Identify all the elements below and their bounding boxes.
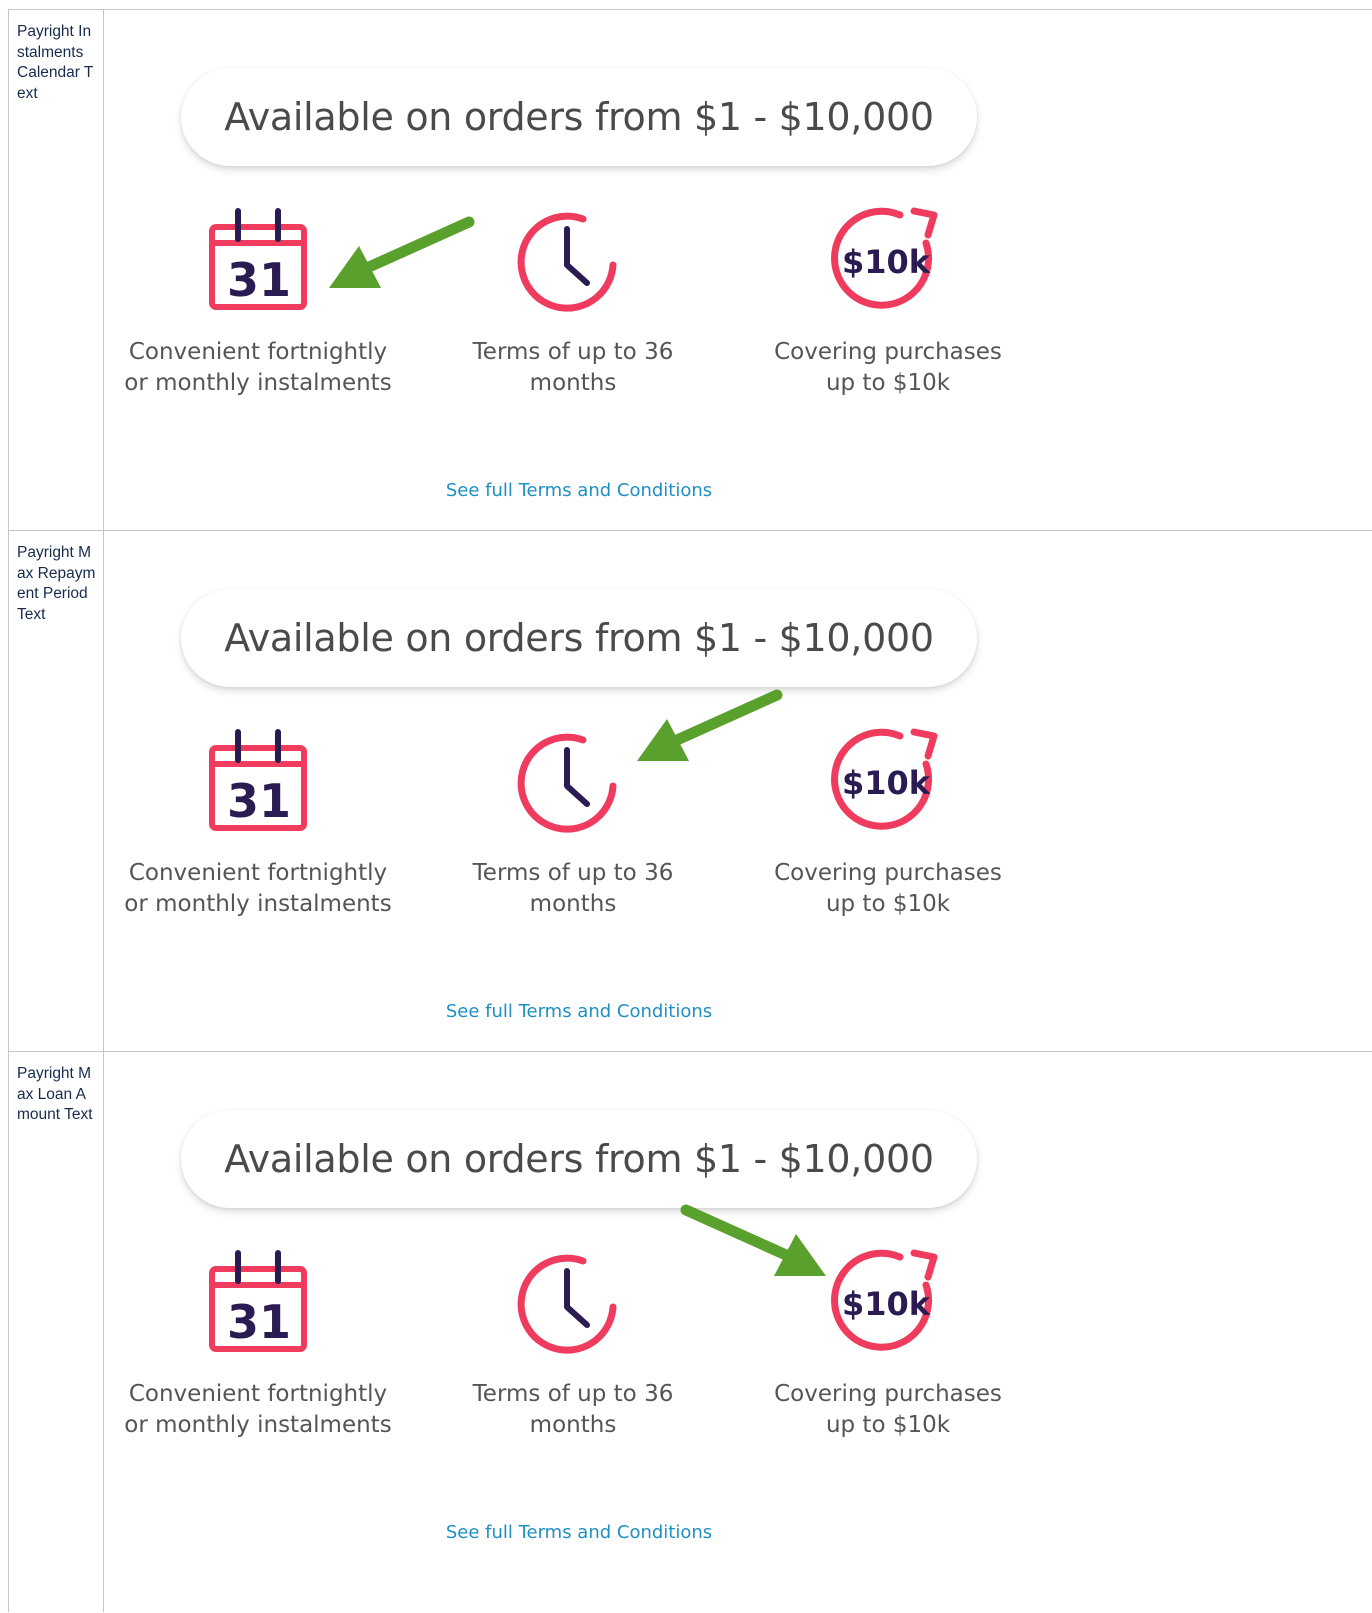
availability-banner: Available on orders from $1 - $10,000 [181,68,977,166]
feature-max-amount: $10k Covering purchases up to $10k [738,203,1038,399]
terms-link[interactable]: See full Terms and Conditions [104,1522,1054,1543]
feature-instalments: 31 Convenient fortnightly or monthly ins… [108,1245,408,1441]
feature-caption: Covering purchases up to $10k [774,860,1002,917]
feature-caption: Convenient fortnightly or monthly instal… [124,860,392,917]
amount-badge-text: $10k [842,1285,931,1323]
table-row: Payright Max Repayment Period Text Avail… [8,531,1372,1052]
availability-banner: Available on orders from $1 - $10,000 [181,1110,977,1208]
clock-icon [517,212,617,312]
calendar-icon: 31 [209,729,307,831]
calendar-day-text: 31 [227,774,291,828]
availability-banner: Available on orders from $1 - $10,000 [181,589,977,687]
calendar-icon: 31 [209,208,307,310]
table-row: Payright Max Loan Amount Text Available … [8,1052,1372,1612]
screenshot-cell: Available on orders from $1 - $10,000 31… [104,531,1372,1051]
feature-max-amount: $10k Covering purchases up to $10k [738,724,1038,920]
calendar-day-text: 31 [227,1295,291,1349]
dollar-10k-icon: $10k [831,728,938,830]
feature-caption: Terms of up to 36 months [472,1381,674,1438]
clock-icon [517,1254,617,1354]
feature-max-amount: $10k Covering purchases up to $10k [738,1245,1038,1441]
terms-link[interactable]: See full Terms and Conditions [104,480,1054,501]
feature-caption: Covering purchases up to $10k [774,1381,1002,1438]
feature-caption: Convenient fortnightly or monthly instal… [124,1381,392,1438]
feature-caption: Convenient fortnightly or monthly instal… [124,339,392,396]
dollar-10k-icon: $10k [831,207,938,309]
amount-badge-text: $10k [842,243,931,281]
feature-terms: Terms of up to 36 months [423,724,723,920]
screenshot-cell: Available on orders from $1 - $10,000 31… [104,10,1372,530]
feature-instalments: 31 Convenient fortnightly or monthly ins… [108,203,408,399]
feature-instalments: 31 Convenient fortnightly or monthly ins… [108,724,408,920]
amount-badge-text: $10k [842,764,931,802]
calendar-icon: 31 [209,1250,307,1352]
calendar-day-text: 31 [227,253,291,307]
feature-terms: Terms of up to 36 months [423,203,723,399]
feature-caption: Terms of up to 36 months [472,860,674,917]
dollar-10k-icon: $10k [831,1249,938,1351]
row-label: Payright Max Loan Amount Text [8,1052,104,1612]
feature-terms: Terms of up to 36 months [423,1245,723,1441]
clock-icon [517,733,617,833]
screenshot-cell: Available on orders from $1 - $10,000 31… [104,1052,1372,1612]
row-label: Payright Max Repayment Period Text [8,531,104,1051]
terms-link[interactable]: See full Terms and Conditions [104,1001,1054,1022]
documentation-table: Payright Instalments Calendar Text Avail… [8,9,1372,1612]
row-label: Payright Instalments Calendar Text [8,10,104,530]
table-row: Payright Instalments Calendar Text Avail… [8,10,1372,531]
feature-caption: Terms of up to 36 months [472,339,674,396]
feature-caption: Covering purchases up to $10k [774,339,1002,396]
